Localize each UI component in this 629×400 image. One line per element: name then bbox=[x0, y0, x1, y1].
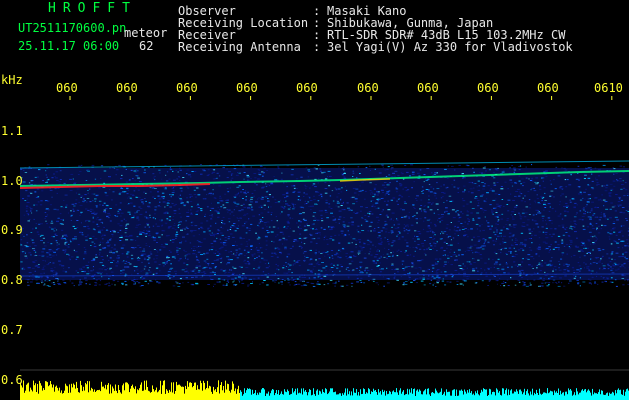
y-tick-label: 1.1 bbox=[1, 124, 23, 138]
event-count: 62 bbox=[139, 39, 154, 53]
x-tick-label: 060 bbox=[56, 81, 78, 95]
spectrogram-plot bbox=[19, 96, 629, 400]
x-tick-label: 060 bbox=[357, 81, 379, 95]
app-title: HROFFT bbox=[48, 1, 137, 16]
noise-layer bbox=[20, 164, 629, 287]
x-tick-label: 060 bbox=[116, 81, 138, 95]
y-tick-label: 0.6 bbox=[1, 373, 23, 387]
bottom-level-bars bbox=[20, 380, 629, 400]
antenna-colon: : bbox=[313, 40, 321, 54]
axis-unit: kHz bbox=[1, 73, 23, 87]
file-name: UT2511170600.pn bbox=[18, 21, 127, 35]
x-tick-label: 060 bbox=[236, 81, 258, 95]
y-tick-label: 0.9 bbox=[1, 223, 23, 237]
x-tick-label: 060 bbox=[176, 81, 198, 95]
y-tick-label: 1.0 bbox=[1, 174, 23, 188]
x-tick-label: 0610 bbox=[594, 81, 623, 95]
antenna-value: 3el Yagi(V) Az 330 for Vladivostok bbox=[327, 40, 573, 54]
spectrogram-window: HROFFT UT2511170600.pn meteor 25.11.17 0… bbox=[0, 0, 629, 400]
antenna-label: Receiving Antenna bbox=[178, 40, 301, 54]
mode-label: meteor bbox=[124, 26, 168, 40]
x-tick-label: 060 bbox=[477, 81, 499, 95]
y-tick-label: 0.7 bbox=[1, 323, 23, 337]
y-tick-label: 0.8 bbox=[1, 273, 23, 287]
x-tick-label: 060 bbox=[417, 81, 439, 95]
date-time: 25.11.17 06:00 bbox=[18, 39, 120, 53]
x-tick-label: 060 bbox=[296, 81, 318, 95]
x-tick-marks bbox=[69, 96, 613, 100]
x-tick-label: 060 bbox=[537, 81, 559, 95]
